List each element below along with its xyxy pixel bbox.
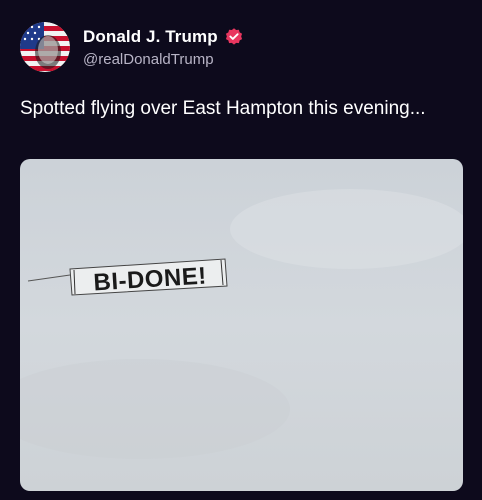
author-handle[interactable]: @realDonaldTrump <box>83 51 244 68</box>
tweet-header: Donald J. Trump @realDonaldTrump <box>20 20 244 74</box>
tweet-media-photo[interactable]: BI-DONE! <box>20 159 463 491</box>
avatar[interactable] <box>20 22 70 72</box>
tweet-text: Spotted flying over East Hampton this ev… <box>20 98 426 119</box>
verified-badge-icon <box>224 27 244 47</box>
author-display-name[interactable]: Donald J. Trump <box>83 27 218 47</box>
sky-with-plane-banner-image: BI-DONE! <box>20 159 463 491</box>
avatar-flag-face-image <box>20 22 70 72</box>
